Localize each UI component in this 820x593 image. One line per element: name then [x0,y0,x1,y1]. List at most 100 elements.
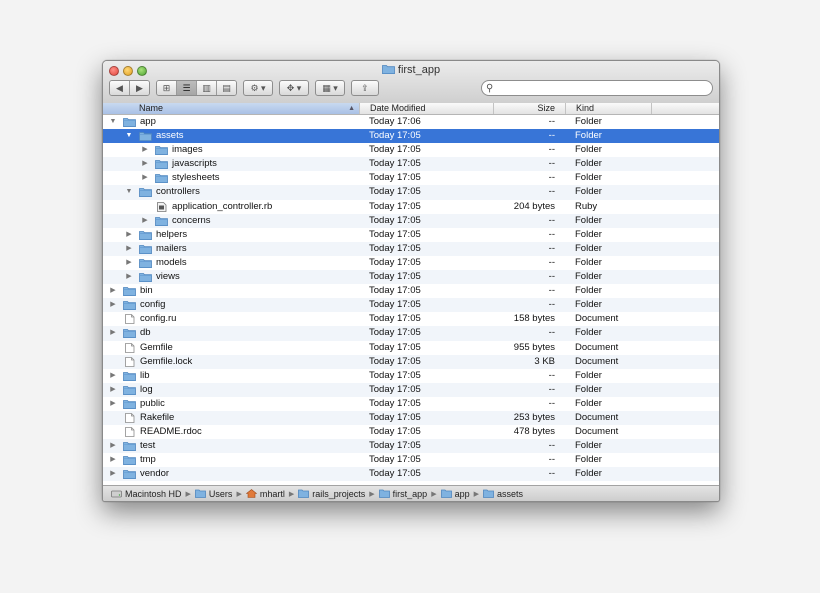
folder-icon [155,216,168,226]
table-row[interactable]: ▶ stylesheets Today 17:05 -- Folder [103,171,719,185]
disclosure-collapsed-icon[interactable]: ▶ [141,171,149,185]
table-row[interactable]: ▶ views Today 17:05 -- Folder [103,270,719,285]
breadcrumb-item[interactable]: rails_projects [298,489,365,499]
table-row[interactable]: ▶ bin Today 17:05 -- Folder [103,284,719,298]
disclosure-collapsed-icon[interactable]: ▶ [125,242,133,256]
breadcrumb-item[interactable]: assets [483,489,523,499]
table-row[interactable]: ▶ images Today 17:05 -- Folder [103,143,719,157]
file-size: -- [548,242,555,254]
forward-button[interactable]: ▶ [130,81,149,95]
table-row[interactable]: ▶ concerns Today 17:05 -- Folder [103,213,719,228]
column-header-date[interactable]: Date Modified [359,103,493,114]
share-button[interactable]: ⇪ [351,80,379,96]
table-row[interactable]: ▶ models Today 17:05 -- Folder [103,256,719,270]
disclosure-collapsed-icon[interactable]: ▶ [141,143,149,157]
search-field[interactable]: ⚲ [481,80,713,96]
column-view-button[interactable]: ▥ [197,81,217,95]
disclosure-collapsed-icon[interactable]: ▶ [141,214,149,228]
disclosure-collapsed-icon[interactable]: ▶ [109,326,117,340]
folder-icon [378,489,390,498]
date-modified: Today 17:05 [369,285,421,297]
table-row[interactable]: Gemfile Today 17:05 955 bytes Document [103,341,719,355]
back-button[interactable]: ◀ [110,81,130,95]
breadcrumb-item[interactable]: Macintosh HD [111,489,182,499]
file-kind: Folder [575,130,602,142]
folder-icon [123,456,136,466]
breadcrumb-item[interactable]: first_app [378,489,427,499]
table-row[interactable]: ▶ test Today 17:05 -- Folder [103,439,719,454]
arrange-button[interactable]: ▦ ▾ [315,80,345,96]
table-row[interactable]: ▶ log Today 17:05 -- Folder [103,382,719,397]
list-view-button[interactable]: ☰ [177,81,197,95]
folder-icon [155,174,168,184]
icon-view-button[interactable]: ⊞ [157,81,177,95]
date-modified: Today 17:05 [369,172,421,184]
title-bar[interactable]: first_app ◀ ▶ ⊞ ☰ ▥ ▤ ⚙ ▾ ✥ ▾ ▦ ▾ ⇪ ⚲ [103,61,719,104]
nav-buttons: ◀ ▶ [109,80,150,96]
date-modified: Today 17:05 [369,144,421,156]
table-row[interactable]: ▶ public Today 17:05 -- Folder [103,397,719,411]
table-row[interactable]: README.rdoc Today 17:05 478 bytes Document [103,425,719,439]
file-size: -- [548,454,555,466]
column-header: Name ▲ Date Modified Size Kind [103,103,719,115]
table-row[interactable]: config.ru Today 17:05 158 bytes Document [103,312,719,326]
table-row[interactable]: ▶ db Today 17:05 -- Folder [103,326,719,341]
table-row[interactable]: ▶ helpers Today 17:05 -- Folder [103,228,719,242]
disclosure-collapsed-icon[interactable]: ▶ [109,453,117,467]
file-size: 3 KB [534,355,555,367]
path-separator-icon: ▶ [431,490,437,498]
folder-icon [139,230,152,240]
disclosure-collapsed-icon[interactable]: ▶ [109,383,117,397]
disclosure-collapsed-icon[interactable]: ▶ [109,439,117,453]
dropbox-button[interactable]: ✥ ▾ [279,80,309,96]
disclosure-collapsed-icon[interactable]: ▶ [109,298,117,312]
table-row[interactable]: ▼ assets Today 17:05 -- Folder [103,129,719,144]
table-row[interactable]: ▼ app Today 17:06 -- Folder [103,115,719,129]
table-row[interactable]: ▶ javascripts Today 17:05 -- Folder [103,157,719,172]
disclosure-expanded-icon[interactable]: ▼ [125,185,133,199]
column-header-name[interactable]: Name ▲ [103,103,359,114]
table-row[interactable]: Gemfile.lock Today 17:05 3 KB Document [103,354,719,369]
breadcrumb-item[interactable]: Users [195,489,232,499]
file-size: -- [548,256,555,268]
coverflow-view-button[interactable]: ▤ [217,81,236,95]
table-row[interactable]: ▶ tmp Today 17:05 -- Folder [103,453,719,467]
disclosure-collapsed-icon[interactable]: ▶ [109,284,117,298]
table-row[interactable]: application_controller.rb Today 17:05 204 … [103,200,719,214]
file-list: ▼ app Today 17:06 -- Folder ▼ assets Today 17:0… [103,115,719,482]
action-button[interactable]: ⚙ ▾ [243,80,273,96]
disclosure-expanded-icon[interactable]: ▼ [125,129,133,143]
breadcrumb-item[interactable]: mhartl [245,489,285,499]
folder-icon [123,329,136,339]
table-row[interactable]: ▶ mailers Today 17:05 -- Folder [103,241,719,256]
table-row[interactable]: ▶ lib Today 17:05 -- Folder [103,369,719,383]
window-title: first_app [103,64,719,76]
disclosure-collapsed-icon[interactable]: ▶ [109,369,117,383]
disclosure-collapsed-icon[interactable]: ▶ [125,270,133,284]
table-row[interactable]: ▼ controllers Today 17:05 -- Folder [103,185,719,200]
file-size: 478 bytes [513,426,555,438]
column-header-size[interactable]: Size [493,103,565,114]
name-cell: ▶ vendor [103,467,359,481]
disclosure-collapsed-icon[interactable]: ▶ [109,397,117,411]
column-header-kind[interactable]: Kind [565,103,651,114]
disclosure-collapsed-icon[interactable]: ▶ [109,467,117,481]
date-modified: Today 17:05 [369,228,421,240]
disclosure-collapsed-icon[interactable]: ▶ [125,228,133,242]
table-row[interactable]: ▶ vendor Today 17:05 -- Folder [103,467,719,482]
file-size: 158 bytes [513,313,555,325]
table-row[interactable]: ▶ config Today 17:05 -- Folder [103,298,719,313]
file-kind: Document [575,341,619,353]
column-header-spacer [651,103,719,114]
disclosure-collapsed-icon[interactable]: ▶ [125,256,133,270]
date-modified: Today 17:05 [369,299,421,311]
file-kind: Folder [575,242,602,254]
document-icon [125,356,135,367]
file-name: javascripts [172,158,217,170]
breadcrumb-item[interactable]: app [440,489,470,499]
disclosure-expanded-icon[interactable]: ▼ [109,115,117,129]
table-row[interactable]: Rakefile Today 17:05 253 bytes Document [103,410,719,426]
folder-icon [123,371,136,381]
file-kind: Folder [575,383,602,395]
disclosure-collapsed-icon[interactable]: ▶ [141,157,149,171]
